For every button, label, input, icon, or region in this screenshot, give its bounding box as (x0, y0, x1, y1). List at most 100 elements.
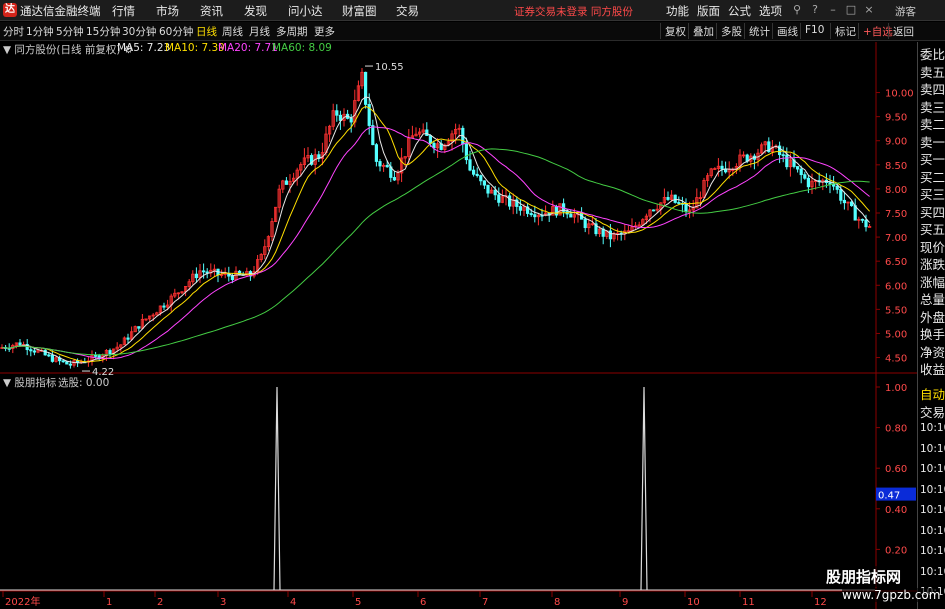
ind-tick-label: 0.40 (885, 505, 907, 516)
y-tick-label: 8.50 (885, 161, 907, 172)
candle-body (50, 354, 55, 362)
tick-time: 10:10 (920, 524, 945, 537)
menu-item-discover[interactable]: 发现 (244, 3, 267, 19)
menu-item-layout[interactable]: 版面 (697, 3, 720, 19)
candle-body (799, 168, 803, 176)
candle-body (378, 161, 382, 167)
tick-time: 10:10 (920, 483, 945, 496)
minimize-icon[interactable]: – (826, 3, 840, 17)
trade-label: 交易 (920, 405, 945, 420)
x-tick-label: 9 (622, 597, 628, 608)
candle-series: 10.554.22 (0, 62, 872, 378)
period-30min[interactable]: 30分钟 (122, 24, 156, 39)
period-15min[interactable]: 15分钟 (86, 24, 120, 39)
candle-body (864, 219, 868, 228)
ind-tick-label: 0.80 (885, 424, 907, 435)
candle-body (677, 202, 681, 204)
ma20-line (1, 126, 870, 360)
menu-item-wealth[interactable]: 财富圈 (342, 3, 377, 19)
adjust-button[interactable]: 复权 (660, 23, 690, 39)
candle-body (853, 205, 857, 221)
candle-body (479, 175, 483, 182)
tick-time: 10:10 (920, 545, 945, 557)
quote-field-label: 买二 (920, 169, 945, 185)
help-icon[interactable]: ? (808, 3, 822, 17)
candle-body (201, 270, 206, 273)
y-tick-label: 5.50 (885, 305, 907, 316)
ma20-label: MA20: 7.71 (218, 42, 278, 54)
period-monthly[interactable]: 月线 (249, 24, 270, 39)
multi-stock-button[interactable]: 多股 (716, 23, 746, 39)
period-weekly[interactable]: 周线 (222, 24, 243, 39)
menu-item-trade[interactable]: 交易 (396, 3, 419, 19)
menu-item-options[interactable]: 选项 (759, 3, 782, 19)
overlay-button[interactable]: 叠加 (688, 23, 718, 39)
f10-button[interactable]: F10 (800, 23, 828, 39)
guest-label[interactable]: 游客 (895, 4, 916, 19)
mark-button[interactable]: 标记 (830, 23, 860, 39)
menu-item-formula[interactable]: 公式 (728, 3, 751, 19)
y-tick-label: 10.00 (885, 89, 914, 100)
indicator-collapse-icon[interactable]: ▼ (3, 377, 11, 389)
indicator-title: ▼ 股朋指标 (3, 377, 57, 389)
candle-body (371, 125, 375, 146)
quote-field-label: 换手 (920, 327, 945, 342)
menu-item-function[interactable]: 功能 (666, 3, 689, 19)
draw-button[interactable]: 画线 (772, 23, 802, 39)
menu-item-market[interactable]: 市场 (156, 3, 179, 19)
y-tick-label: 7.50 (885, 209, 907, 220)
y-tick-label: 5.00 (885, 329, 907, 340)
chart-collapse-icon[interactable]: ▼ (3, 44, 11, 56)
candle-body (803, 174, 807, 179)
close-icon[interactable]: × (862, 3, 876, 17)
period-5min[interactable]: 5分钟 (56, 24, 84, 39)
ma60-line (1, 148, 870, 356)
menu-item-ask[interactable]: 问小达 (288, 3, 323, 19)
quote-field-label: 卖五 (920, 64, 945, 80)
y-tick-label: 8.00 (885, 185, 907, 196)
quote-field-label: 涨跌 (920, 257, 945, 272)
period-daily[interactable]: 日线 (196, 24, 217, 39)
candle-body (137, 326, 141, 329)
candle-body (126, 337, 130, 340)
candle-body (652, 209, 656, 212)
candle-body (583, 218, 587, 229)
back-button[interactable]: 返回 (888, 23, 918, 39)
login-notice[interactable]: 证券交易未登录 同方股份 (514, 4, 633, 19)
period-intraday[interactable]: 分时 (3, 24, 24, 39)
watermark-url: www.7gpzb.com (842, 588, 941, 602)
stats-button[interactable]: 统计 (744, 23, 774, 39)
period-60min[interactable]: 60分钟 (159, 24, 193, 39)
search-icon[interactable]: ⚲ (790, 3, 804, 17)
maximize-icon[interactable]: □ (844, 3, 858, 17)
candle-body (569, 213, 573, 218)
candle-body (230, 275, 234, 281)
menu-item-news[interactable]: 资讯 (200, 3, 223, 19)
candle-body (828, 182, 832, 185)
quote-field-label: 委比 (920, 47, 945, 62)
period-1min[interactable]: 1分钟 (26, 24, 54, 39)
ma-lines (1, 96, 870, 364)
signal-spike (640, 386, 648, 591)
candle-body (432, 142, 436, 149)
period-multi[interactable]: 多周期 (276, 24, 308, 39)
x-tick-label: 6 (420, 597, 426, 608)
menu-item-quotes[interactable]: 行情 (112, 3, 135, 19)
menu-bar: 达 通达信金融终端 行情 市场 资讯 发现 问小达 财富圈 交易 证券交易未登录… (0, 0, 945, 21)
candle-body (471, 169, 476, 175)
period-more[interactable]: 更多 (314, 24, 335, 39)
candle-body (162, 305, 166, 308)
app-logo: 达 (3, 3, 17, 17)
chart-area[interactable]: 10.554.22 10.00 9.50 9.00 8.50 8.00 7.50 7.00 6… (0, 42, 917, 609)
ma60-label: MA60: 8.09 (272, 42, 332, 54)
ma5-label: MA5: 7.23 (117, 42, 171, 54)
candle-body (374, 144, 379, 162)
x-tick-label: 4 (290, 597, 296, 608)
candle-body (529, 213, 533, 216)
candle-body (554, 206, 559, 216)
ma5-line (1, 96, 870, 364)
x-tick-label: 2022年 (5, 595, 40, 608)
period-bar: 分时 1分钟 5分钟 15分钟 30分钟 60分钟 日线 周线 月线 多周期 更… (0, 22, 945, 41)
candle-body (464, 143, 469, 161)
candle-body (684, 203, 688, 213)
